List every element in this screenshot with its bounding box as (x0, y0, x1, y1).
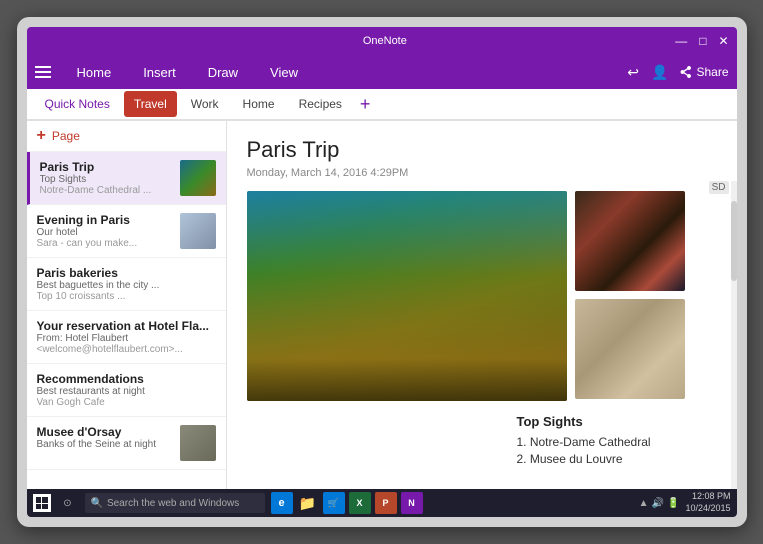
list-item[interactable]: Evening in Paris Our hotel Sara - can yo… (27, 205, 226, 258)
device-frame: OneNote — □ ✕ Home Insert Draw View (17, 17, 747, 527)
notebook-tabs: Quick Notes Travel Work Home Recipes + (27, 89, 737, 121)
system-tray: ▲ 🔊 🔋 12:08 PM 10/24/2015 (639, 491, 731, 514)
page-subtitle2: <welcome@hotelflaubert.com>... (37, 344, 216, 355)
taskbar-apps: e 📁 🛒 X P N (271, 492, 633, 514)
window-controls: — □ ✕ (675, 34, 728, 48)
onenote-app[interactable]: N (401, 492, 423, 514)
note-title: Paris Trip (247, 137, 717, 163)
page-subtitle: Banks of the Seine at night (37, 439, 174, 450)
minimize-button[interactable]: — (675, 34, 687, 48)
undo-button[interactable]: ↩ (627, 64, 639, 81)
page-info: Recommendations Best restaurants at nigh… (37, 372, 216, 408)
page-subtitle: Our hotel (37, 227, 174, 238)
share-button[interactable]: Share (680, 65, 728, 79)
page-thumbnail (180, 425, 216, 461)
page-info: Paris Trip Top Sights Notre-Dame Cathedr… (40, 160, 174, 196)
menu-home[interactable]: Home (71, 61, 118, 84)
page-title: Your reservation at Hotel Fla... (37, 319, 216, 333)
systray-icons: ▲ 🔊 🔋 (639, 498, 680, 509)
page-subtitle2: Sara - can you make... (37, 238, 174, 249)
sd-badge: SD (709, 181, 729, 194)
list-item[interactable]: Your reservation at Hotel Fla... From: H… (27, 311, 226, 364)
scroll-thumb (731, 201, 737, 281)
add-page-label: Page (52, 129, 80, 143)
windows-logo (36, 497, 48, 509)
menu-bar-left: Home Insert Draw View (35, 61, 305, 84)
sidebar: + Page Paris Trip Top Sights Notre-Dame … (27, 121, 227, 489)
list-item: Notre-Dame Cathedral (517, 435, 717, 449)
list-item: Musee du Louvre (517, 452, 717, 466)
add-page-button[interactable]: + Page (27, 121, 226, 152)
tab-travel[interactable]: Travel (124, 91, 177, 117)
start-button[interactable] (33, 494, 51, 512)
menu-view[interactable]: View (264, 61, 304, 84)
top-sights-panel: Top Sights Notre-Dame Cathedral Musee du… (517, 414, 717, 469)
main-area: + Page Paris Trip Top Sights Notre-Dame … (27, 121, 737, 489)
battery-icon: 🔋 (667, 498, 679, 509)
tab-quick-notes[interactable]: Quick Notes (35, 91, 120, 117)
page-title: Paris Trip (40, 160, 174, 174)
tab-home[interactable]: Home (233, 91, 285, 117)
scroll-bar[interactable] (731, 181, 737, 489)
page-title: Recommendations (37, 372, 216, 386)
network-icon: ▲ (639, 498, 649, 509)
plus-icon: + (37, 127, 46, 145)
page-info: Evening in Paris Our hotel Sara - can yo… (37, 213, 174, 249)
page-title: Musee d'Orsay (37, 425, 174, 439)
maximize-button[interactable]: □ (699, 34, 706, 48)
menu-bar-right: ↩ 👤 Share (627, 64, 728, 81)
page-subtitle2: Van Gogh Cafe (37, 397, 216, 408)
page-info: Your reservation at Hotel Fla... From: H… (37, 319, 216, 355)
menu-draw[interactable]: Draw (202, 61, 244, 84)
powerpoint-app[interactable]: P (375, 492, 397, 514)
page-subtitle2: Notre-Dame Cathedral ... (40, 185, 174, 196)
list-item[interactable]: Musee d'Orsay Banks of the Seine at nigh… (27, 417, 226, 470)
note-date: Monday, March 14, 2016 4:29PM (247, 167, 717, 179)
search-icon: 🔍 (91, 498, 103, 509)
page-subtitle2: Top 10 croissants ... (37, 291, 216, 302)
page-title: Paris bakeries (37, 266, 216, 280)
page-subtitle: From: Hotel Flaubert (37, 333, 216, 344)
page-title: Evening in Paris (37, 213, 174, 227)
screen: OneNote — □ ✕ Home Insert Draw View (27, 27, 737, 517)
page-info: Musee d'Orsay Banks of the Seine at nigh… (37, 425, 174, 450)
taskbar: ⊙ 🔍 Search the web and Windows e 📁 🛒 X P… (27, 489, 737, 517)
page-thumbnail (180, 213, 216, 249)
page-subtitle: Top Sights (40, 174, 174, 185)
volume-icon: 🔊 (652, 498, 664, 509)
content-pane: Paris Trip Monday, March 14, 2016 4:29PM… (227, 121, 737, 489)
page-thumbnail (180, 160, 216, 196)
add-notebook-button[interactable]: + (356, 94, 375, 115)
menu-bar: Home Insert Draw View ↩ 👤 Share (27, 55, 737, 89)
menu-insert[interactable]: Insert (137, 61, 182, 84)
tab-work[interactable]: Work (181, 91, 229, 117)
hamburger-menu[interactable] (35, 66, 51, 78)
side-photo-top (575, 191, 685, 291)
page-subtitle: Best baguettes in the city ... (37, 280, 216, 291)
page-subtitle: Best restaurants at night (37, 386, 216, 397)
list-item[interactable]: Paris bakeries Best baguettes in the cit… (27, 258, 226, 311)
cortana-button[interactable]: ⊙ (57, 492, 79, 514)
taskbar-search[interactable]: 🔍 Search the web and Windows (85, 493, 265, 513)
side-photo-bottom (575, 299, 685, 399)
list-item[interactable]: Recommendations Best restaurants at nigh… (27, 364, 226, 417)
store-app[interactable]: 🛒 (323, 492, 345, 514)
main-photo (247, 191, 567, 401)
explorer-app[interactable]: 📁 (297, 492, 319, 514)
top-sights-list: Notre-Dame Cathedral Musee du Louvre (517, 435, 717, 466)
edge-app[interactable]: e (271, 492, 293, 514)
title-bar: OneNote — □ ✕ (27, 27, 737, 55)
page-info: Paris bakeries Best baguettes in the cit… (37, 266, 216, 302)
top-sights-title: Top Sights (517, 414, 717, 429)
tab-recipes[interactable]: Recipes (289, 91, 352, 117)
share-icon (680, 66, 692, 78)
excel-app[interactable]: X (349, 492, 371, 514)
list-item[interactable]: Paris Trip Top Sights Notre-Dame Cathedr… (27, 152, 226, 205)
user-icon[interactable]: 👤 (651, 64, 668, 81)
app-title: OneNote (95, 35, 676, 47)
page-list: Paris Trip Top Sights Notre-Dame Cathedr… (27, 152, 226, 489)
system-clock: 12:08 PM 10/24/2015 (685, 491, 730, 514)
close-button[interactable]: ✕ (718, 34, 728, 48)
search-text: Search the web and Windows (107, 498, 239, 509)
